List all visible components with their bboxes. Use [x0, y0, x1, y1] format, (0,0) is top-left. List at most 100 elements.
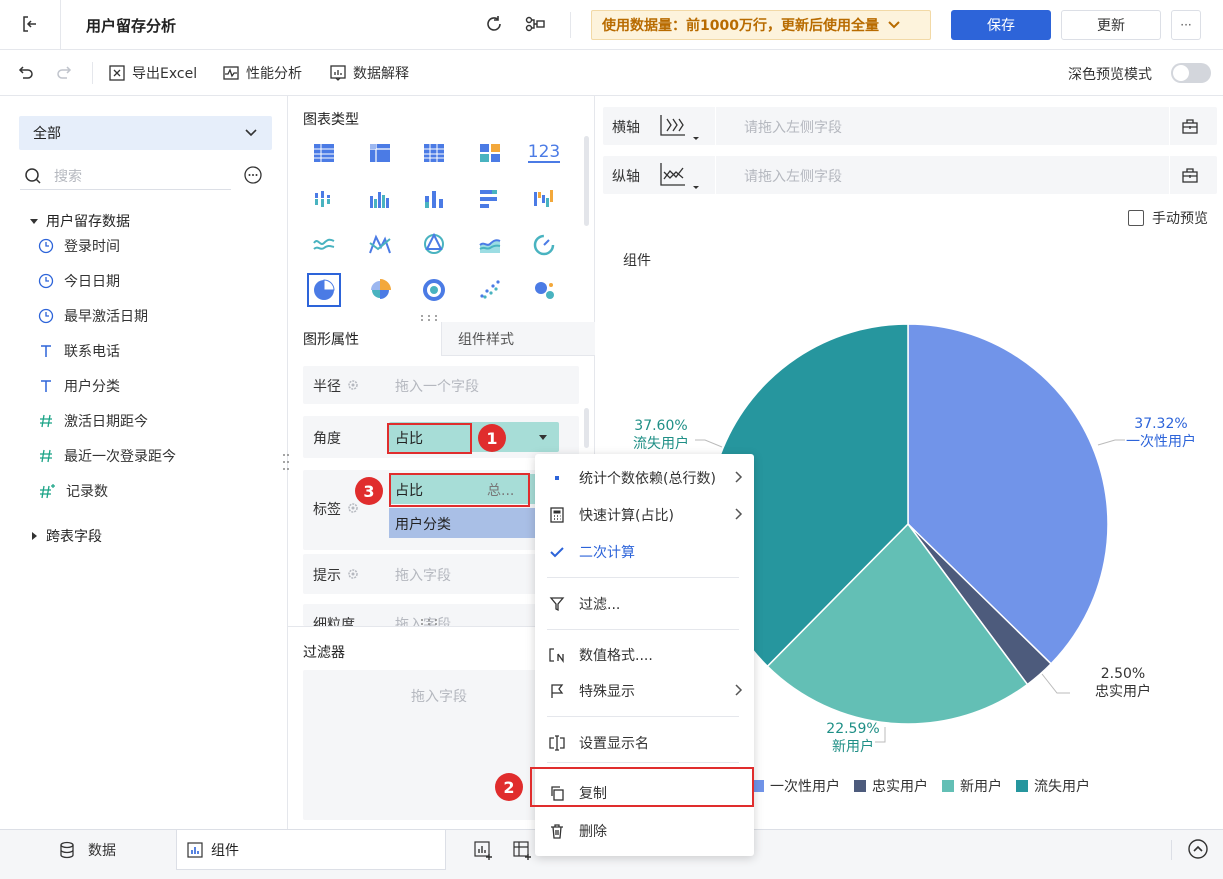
x-axis-shelf[interactable]: 横轴 请拖入左侧字段	[603, 107, 1217, 145]
grouped-column-icon[interactable]	[366, 185, 394, 213]
redo-icon[interactable]	[56, 63, 74, 81]
chevron-right-icon	[734, 683, 744, 697]
gear-icon[interactable]	[347, 502, 359, 514]
legend-item[interactable]: 一次性用户	[752, 776, 840, 796]
undo-icon[interactable]	[16, 63, 34, 81]
menu-item-special-display[interactable]: 特殊显示	[535, 673, 754, 709]
gauge-icon[interactable]	[530, 230, 558, 258]
menu-item-quick-calc[interactable]: 快速计算(占比)	[535, 497, 754, 533]
exit-icon[interactable]	[20, 14, 40, 34]
group-user-retention[interactable]: 用户留存数据	[30, 211, 130, 231]
caret-right-icon	[30, 532, 38, 540]
more-options-icon[interactable]	[243, 165, 263, 185]
legend-item[interactable]: 忠实用户	[854, 776, 928, 796]
radar-line-icon[interactable]	[366, 230, 394, 258]
rose-pie-icon[interactable]	[366, 276, 394, 304]
rename-icon	[535, 735, 579, 751]
ring-pie-icon[interactable]	[420, 276, 448, 304]
dark-preview-toggle[interactable]	[1171, 63, 1211, 83]
bubble-icon[interactable]	[530, 276, 558, 304]
export-excel-button[interactable]: 导出Excel	[108, 63, 197, 83]
cross-table-group[interactable]: 跨表字段	[30, 526, 102, 546]
performance-button[interactable]: 性能分析	[222, 63, 302, 83]
legend-swatch	[854, 780, 866, 792]
field-label: 登录时间	[64, 239, 120, 255]
area-icon[interactable]	[476, 230, 504, 258]
line-icon[interactable]	[310, 230, 338, 258]
scrollbar[interactable]	[584, 136, 589, 226]
field-item[interactable]: 记录数	[38, 481, 108, 501]
relation-icon[interactable]	[524, 14, 546, 34]
field-label: 用户分类	[64, 379, 120, 395]
field-item[interactable]: 今日日期	[38, 271, 120, 291]
gear-icon[interactable]	[347, 379, 359, 391]
field-item[interactable]: 最早激活日期	[38, 306, 148, 326]
add-table-icon[interactable]	[513, 840, 533, 860]
field-item[interactable]: 用户分类	[38, 376, 120, 396]
scope-select[interactable]: 全部	[19, 116, 272, 150]
pie-icon[interactable]	[307, 273, 341, 307]
save-button[interactable]: 保存	[951, 10, 1051, 40]
legend-item[interactable]: 流失用户	[1016, 776, 1090, 796]
tab-data[interactable]: 数据	[58, 840, 116, 860]
tab-component-style[interactable]: 组件样式	[441, 322, 595, 356]
divider	[715, 107, 716, 145]
drag-handle-icon[interactable]	[419, 618, 439, 626]
y-axis-icon[interactable]	[658, 161, 700, 191]
number-type-icon	[38, 448, 54, 464]
scatter-icon[interactable]	[476, 276, 504, 304]
data-volume-notice[interactable]: 使用数据量：前1000万行，更新后使用全量	[591, 10, 931, 40]
radius-slot[interactable]: 半径 拖入一个字段	[303, 366, 579, 404]
toolbox-icon[interactable]	[1181, 117, 1199, 135]
gear-icon[interactable]	[347, 568, 359, 580]
menu-item-filter[interactable]: 过滤...	[535, 586, 754, 622]
tab-graph-props[interactable]: 图形属性	[288, 322, 441, 356]
manual-preview-checkbox[interactable]: 手动预览	[1128, 208, 1208, 228]
add-component-icon[interactable]	[474, 840, 494, 860]
field-item[interactable]: 联系电话	[38, 341, 120, 361]
table-icon[interactable]	[310, 139, 338, 167]
menu-item-secondary-calc[interactable]: 二次计算	[535, 534, 754, 570]
drag-handle-icon[interactable]	[419, 314, 439, 322]
menu-item-delete[interactable]: 删除	[535, 813, 754, 849]
more-button[interactable]: ···	[1171, 10, 1201, 40]
field-item[interactable]: 最近一次登录距今	[38, 446, 176, 466]
y-axis-label: 纵轴	[612, 169, 640, 185]
search-input[interactable]: 搜索	[20, 162, 231, 190]
legend-label: 流失用户	[1034, 779, 1090, 795]
detail-table-icon[interactable]	[420, 139, 448, 167]
collapse-up-icon[interactable]	[1187, 838, 1209, 860]
bar-icon[interactable]	[476, 185, 504, 213]
scrollbar[interactable]	[584, 408, 589, 448]
x-axis-icon[interactable]	[658, 113, 700, 143]
divider	[547, 716, 739, 717]
field-item[interactable]: 激活日期距今	[38, 411, 148, 431]
clock-icon	[38, 273, 54, 289]
kpi-card-icon[interactable]	[476, 139, 504, 167]
field-item[interactable]: 登录时间	[38, 236, 120, 256]
radar-icon[interactable]	[420, 230, 448, 258]
component-title: 组件	[623, 253, 651, 269]
column-icon[interactable]	[420, 185, 448, 213]
menu-item-number-format[interactable]: 数值格式....	[535, 637, 754, 673]
waterfall-icon[interactable]	[530, 185, 558, 213]
caret-down-icon[interactable]	[539, 433, 547, 441]
data-explain-button[interactable]: 数据解释	[329, 63, 409, 83]
update-button[interactable]: 更新	[1061, 10, 1161, 40]
menu-item-count-dependency[interactable]: 统计个数依赖(总行数)	[535, 460, 754, 496]
slice-percent-label: 22.59%	[826, 721, 879, 737]
field-label: 最早激活日期	[64, 309, 148, 325]
toolbox-icon[interactable]	[1181, 166, 1199, 184]
menu-item-rename[interactable]: 设置显示名	[535, 725, 754, 761]
stacked-bar-icon[interactable]	[310, 185, 338, 213]
y-axis-shelf[interactable]: 纵轴 请拖入左侧字段	[603, 156, 1217, 194]
menu-item-label: 删除	[579, 824, 607, 840]
callout-3: 3	[355, 477, 383, 505]
legend-item[interactable]: 新用户	[942, 776, 1002, 796]
highlight-label-field	[389, 473, 530, 507]
excel-icon	[108, 64, 126, 82]
tab-component[interactable]: 组件	[176, 830, 446, 870]
cross-table-icon[interactable]	[366, 139, 394, 167]
refresh-icon[interactable]	[484, 14, 504, 34]
text-number-icon[interactable]: 123	[527, 139, 561, 167]
